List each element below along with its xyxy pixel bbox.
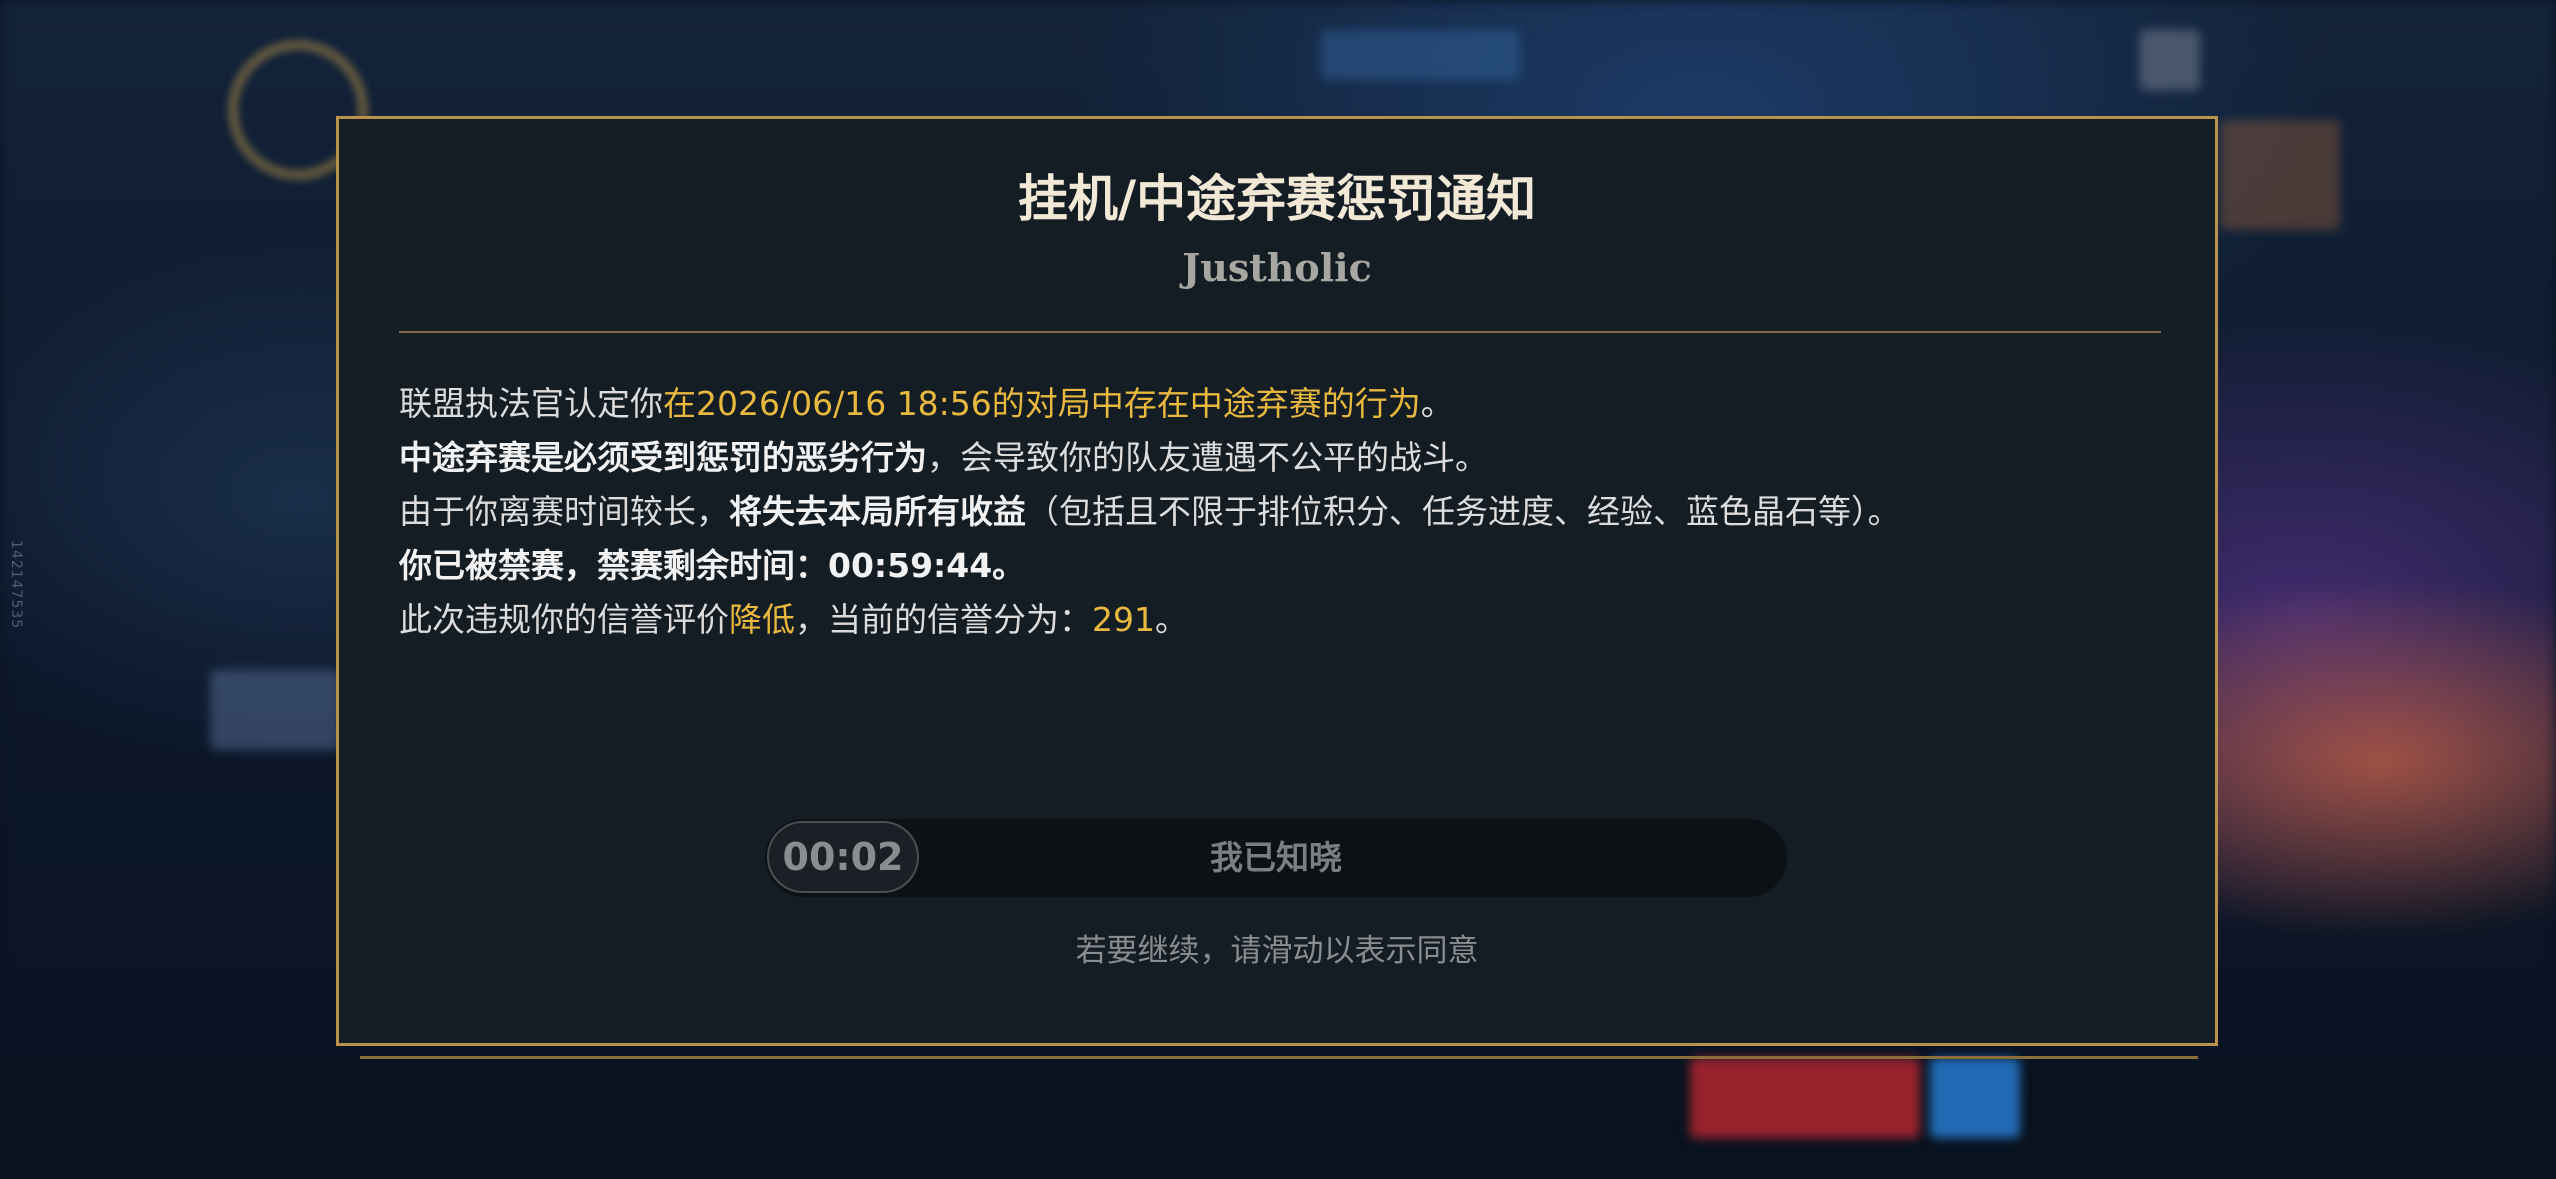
acknowledge-slider[interactable]: 我已知晓 00:02: [765, 819, 1787, 897]
text: 。: [1155, 600, 1188, 639]
notice-line-4: 你已被禁赛，禁赛剩余时间：00:59:44。: [399, 539, 2179, 593]
blurred-bottom-bar: [0, 1060, 2556, 1179]
blurred-panel: [1320, 30, 1520, 80]
side-identifier: 142147535: [8, 540, 24, 630]
player-name: Justholic: [1182, 245, 1372, 290]
text: 。: [1420, 384, 1454, 423]
match-time-highlight: 在2026/06/16 18:56的对局中存在中途弃赛的行为: [663, 384, 1421, 423]
divider: [399, 331, 2161, 333]
dialog-bottom-edge: [360, 1056, 2198, 1059]
blurred-panel: [2140, 30, 2200, 90]
notice-line-5: 此次违规你的信誉评价降低，当前的信誉分为：291。: [399, 593, 2179, 647]
notice-body: 联盟执法官认定你在2026/06/16 18:56的对局中存在中途弃赛的行为。 …: [399, 377, 2179, 647]
text: 联盟执法官认定你: [399, 384, 663, 423]
notice-line-2: 中途弃赛是必须受到惩罚的恶劣行为，会导致你的队友遭遇不公平的战斗。: [399, 431, 2179, 485]
text: 此次违规你的信誉评价: [399, 600, 729, 639]
dialog-title: 挂机/中途弃赛惩罚通知: [1017, 170, 1537, 228]
notice-line-1: 联盟执法官认定你在2026/06/16 18:56的对局中存在中途弃赛的行为。: [399, 377, 2179, 431]
blurred-secondary-button: [1930, 1058, 2020, 1138]
bold-text: 中途弃赛是必须受到惩罚的恶劣行为: [399, 438, 927, 477]
blurred-play-button: [1690, 1058, 1920, 1138]
ban-remaining-text: 你已被禁赛，禁赛剩余时间：00:59:44。: [399, 546, 1026, 585]
text: ，当前的信誉分为：: [795, 600, 1092, 639]
notice-line-3: 由于你离赛时间较长，将失去本局所有收益（包括且不限于排位积分、任务进度、经验、蓝…: [399, 485, 2179, 539]
bold-text: 将失去本局所有收益: [729, 492, 1026, 531]
text: ，会导致你的队友遭遇不公平的战斗。: [927, 438, 1488, 477]
slide-hint: 若要继续，请滑动以表示同意: [1075, 933, 1479, 969]
text: （包括且不限于排位积分、任务进度、经验、蓝色晶石等）。: [1026, 492, 1901, 531]
slider-countdown-knob[interactable]: 00:02: [767, 821, 919, 893]
reputation-change-highlight: 降低: [729, 600, 795, 639]
text: 由于你离赛时间较长，: [399, 492, 729, 531]
blurred-panel: [2220, 120, 2340, 230]
penalty-notice-dialog: 挂机/中途弃赛惩罚通知 Justholic 联盟执法官认定你在2026/06/1…: [336, 116, 2218, 1046]
blurred-panel: [210, 670, 340, 750]
reputation-score: 291: [1092, 600, 1155, 639]
